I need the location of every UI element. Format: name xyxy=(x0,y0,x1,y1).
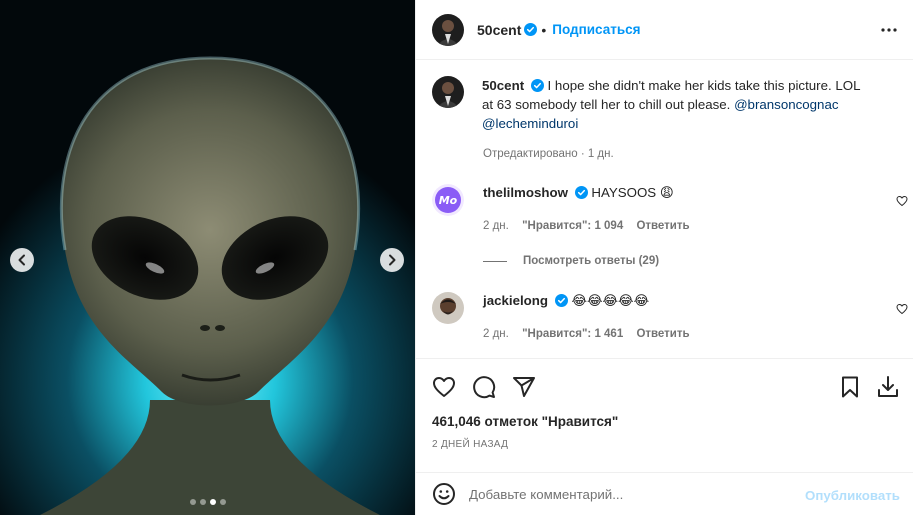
bookmark-icon[interactable] xyxy=(838,375,862,399)
carousel-indicator xyxy=(0,499,415,505)
caption-mention-link[interactable]: @lecheminduroi xyxy=(482,116,578,131)
commenter-avatar[interactable] xyxy=(432,292,464,324)
author-username[interactable]: 50cent xyxy=(477,22,521,38)
heart-icon[interactable] xyxy=(432,375,456,399)
publish-button[interactable]: Опубликовать xyxy=(805,488,900,503)
post-details-panel: 50cent • Подписаться 50cent I hope she d… xyxy=(415,0,913,515)
comment-icon[interactable] xyxy=(472,375,496,399)
comment-meta: 2 дн. "Нравится": 1 461 Ответить xyxy=(483,328,700,340)
reply-button[interactable]: Ответить xyxy=(636,328,689,340)
like-comment-heart-icon[interactable] xyxy=(896,303,908,315)
emoji-icon[interactable] xyxy=(432,482,456,506)
post-media[interactable] xyxy=(0,0,415,515)
verified-icon xyxy=(574,186,588,199)
chevron-right-icon xyxy=(389,254,396,266)
carousel-dot xyxy=(199,499,206,505)
comment-input[interactable] xyxy=(469,486,769,502)
comment-username[interactable]: jackielong xyxy=(483,293,548,308)
edited-label: Отредактировано · 1 дн. xyxy=(483,148,614,160)
comment-likes[interactable]: "Нравится": 1 461 xyxy=(522,328,623,340)
comment-age: 2 дн. xyxy=(483,328,509,340)
verified-icon xyxy=(530,79,544,92)
carousel-dot xyxy=(189,499,196,505)
likes-count[interactable]: 461,046 отметок "Нравится" xyxy=(432,414,618,429)
avatar-logo-text: Mo xyxy=(439,194,458,207)
caption-username[interactable]: 50cent xyxy=(482,78,524,93)
comment-body: thelilmoshow HAYSOOS 😩 xyxy=(483,184,674,216)
comment-meta: 2 дн. "Нравится": 1 094 Ответить xyxy=(483,220,700,232)
previous-slide-button[interactable] xyxy=(10,248,34,272)
replies-divider xyxy=(483,260,507,262)
next-slide-button[interactable] xyxy=(380,248,404,272)
add-comment-bar: Опубликовать xyxy=(416,472,913,515)
comment-body: jackielong 😂😂😂😂😂 xyxy=(483,292,649,324)
caption-text-block: 50cent I hope she didn't make her kids t… xyxy=(482,76,874,133)
post-caption: 50cent I hope she didn't make her kids t… xyxy=(432,76,892,133)
post-header: 50cent • Подписаться xyxy=(416,0,913,60)
verified-icon xyxy=(524,23,538,36)
post-actions-bar xyxy=(416,358,913,414)
caption-mention-link[interactable]: @bransoncognac xyxy=(734,97,838,112)
like-comment-heart-icon[interactable] xyxy=(896,195,908,207)
caption-author-avatar[interactable] xyxy=(432,76,464,108)
reply-button[interactable]: Ответить xyxy=(636,220,689,232)
verified-icon xyxy=(554,294,568,307)
comment-username[interactable]: thelilmoshow xyxy=(483,185,568,200)
author-avatar[interactable] xyxy=(432,13,464,46)
comment-text: 😂😂😂😂😂 xyxy=(571,293,650,308)
comment-item: jackielong 😂😂😂😂😂 2 дн. "Нравится": 1 461… xyxy=(432,292,908,340)
download-icon[interactable] xyxy=(876,375,900,399)
commenter-avatar[interactable]: Mo xyxy=(432,184,464,216)
comment-text: HAYSOOS 😩 xyxy=(591,185,674,200)
view-replies-button[interactable]: Посмотреть ответы (29) xyxy=(483,255,659,267)
view-replies-label: Посмотреть ответы (29) xyxy=(523,255,660,267)
header-separator: • xyxy=(541,21,547,38)
carousel-dot-active xyxy=(209,499,216,505)
chevron-left-icon xyxy=(18,254,25,266)
follow-button[interactable]: Подписаться xyxy=(552,22,640,37)
post-image xyxy=(0,0,415,515)
post-date: 2 ДНЕЙ НАЗАД xyxy=(432,439,509,450)
comment-item: Mo thelilmoshow HAYSOOS 😩 2 дн. "Нравитс… xyxy=(432,184,908,232)
share-icon[interactable] xyxy=(512,375,536,399)
carousel-dot xyxy=(219,499,226,505)
more-options-icon[interactable] xyxy=(880,22,898,38)
comment-likes[interactable]: "Нравится": 1 094 xyxy=(522,220,623,232)
comment-age: 2 дн. xyxy=(483,220,509,232)
